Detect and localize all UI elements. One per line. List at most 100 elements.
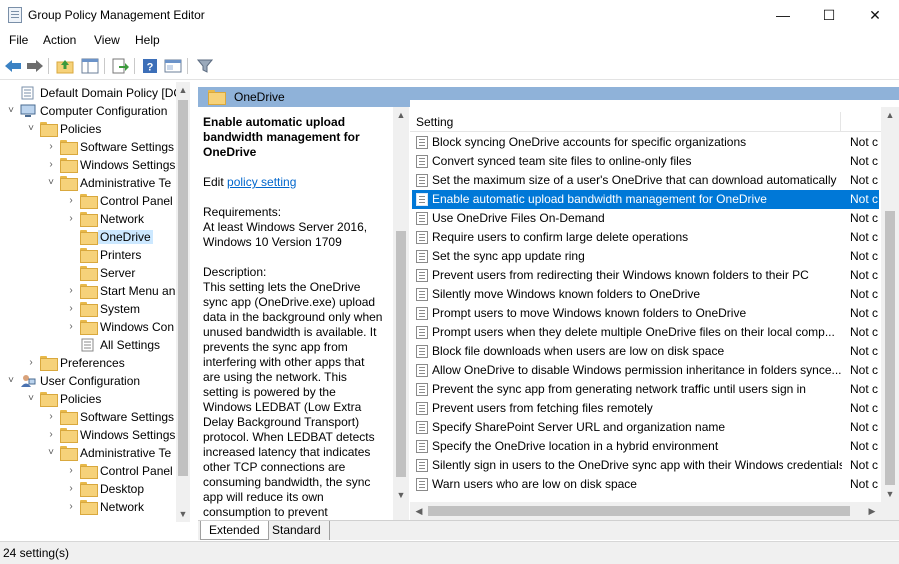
- close-button[interactable]: ✕: [852, 0, 898, 30]
- properties-icon[interactable]: [163, 57, 183, 75]
- list-item[interactable]: Silently move Windows known folders to O…: [412, 285, 879, 304]
- chevron-right-icon[interactable]: ›: [46, 141, 56, 153]
- chevron-down-icon[interactable]: ˅: [46, 177, 56, 189]
- export-list-icon[interactable]: [110, 57, 130, 75]
- tree-item[interactable]: › Network: [0, 210, 176, 228]
- help-icon[interactable]: ?: [140, 57, 160, 75]
- scroll-down-icon[interactable]: ▼: [176, 506, 190, 522]
- list-item[interactable]: Set the sync app update ring Not c: [412, 247, 879, 266]
- chevron-down-icon[interactable]: ˅: [26, 123, 36, 135]
- description-vertical-scrollbar[interactable]: ▲ ▼: [393, 107, 409, 520]
- chevron-right-icon[interactable]: ›: [66, 303, 76, 315]
- scrollbar-thumb[interactable]: [428, 506, 850, 516]
- scroll-up-icon[interactable]: ▲: [176, 82, 190, 98]
- minimize-button[interactable]: —: [760, 0, 806, 30]
- tree-item[interactable]: ˅ User Configuration: [0, 372, 176, 390]
- chevron-right-icon[interactable]: ›: [66, 465, 76, 477]
- list-item[interactable]: Enable automatic upload bandwidth manage…: [412, 190, 879, 209]
- list-item[interactable]: Prompt users to move Windows known folde…: [412, 304, 879, 323]
- tree-item[interactable]: › Software Settings: [0, 408, 176, 426]
- list-item[interactable]: Prompt users when they delete multiple O…: [412, 323, 879, 342]
- tree-item[interactable]: › Control Panel: [0, 192, 176, 210]
- back-arrow-icon[interactable]: [3, 57, 23, 75]
- scroll-up-icon[interactable]: ▲: [881, 107, 899, 123]
- tree-item[interactable]: ˅ Policies: [0, 390, 176, 408]
- tree-item[interactable]: ˅ Computer Configuration: [0, 102, 176, 120]
- tree-item[interactable]: › Start Menu an: [0, 282, 176, 300]
- tree-item[interactable]: Server: [0, 264, 176, 282]
- tab-extended[interactable]: Extended: [200, 521, 269, 540]
- tree-vertical-scrollbar[interactable]: ▲ ▼: [176, 82, 190, 522]
- scroll-down-icon[interactable]: ▼: [393, 487, 409, 503]
- tree-item[interactable]: › Control Panel: [0, 462, 176, 480]
- list-item[interactable]: Warn users who are low on disk space Not …: [412, 475, 879, 494]
- list-item[interactable]: Block syncing OneDrive accounts for spec…: [412, 133, 879, 152]
- chevron-right-icon[interactable]: ›: [66, 321, 76, 333]
- scroll-down-icon[interactable]: ▼: [881, 486, 899, 502]
- chevron-right-icon[interactable]: ›: [46, 411, 56, 423]
- list-item[interactable]: Prevent users from fetching files remote…: [412, 399, 879, 418]
- chevron-right-icon[interactable]: ›: [66, 213, 76, 225]
- up-folder-icon[interactable]: [55, 57, 75, 75]
- list-item[interactable]: Silently sign in users to the OneDrive s…: [412, 456, 879, 475]
- list-horizontal-scrollbar[interactable]: ◀ ▶: [410, 502, 881, 520]
- tree-item[interactable]: › System: [0, 300, 176, 318]
- tree-item[interactable]: › Windows Con: [0, 318, 176, 336]
- scroll-right-icon[interactable]: ▶: [863, 502, 881, 520]
- chevron-down-icon[interactable]: ˅: [6, 375, 16, 387]
- scrollbar-thumb[interactable]: [885, 211, 895, 485]
- maximize-button[interactable]: ☐: [806, 0, 852, 30]
- menu-file[interactable]: File: [9, 33, 28, 47]
- tree-item-label: Preferences: [60, 356, 125, 370]
- tree-item[interactable]: ˅ Policies: [0, 120, 176, 138]
- menu-action[interactable]: Action: [43, 33, 76, 47]
- list-item[interactable]: Allow OneDrive to disable Windows permis…: [412, 361, 879, 380]
- chevron-right-icon[interactable]: ›: [66, 195, 76, 207]
- list-vertical-scrollbar[interactable]: ▲ ▼: [881, 107, 899, 502]
- chevron-right-icon[interactable]: ›: [26, 357, 36, 369]
- menu-help[interactable]: Help: [135, 33, 160, 47]
- chevron-down-icon[interactable]: ˅: [6, 105, 16, 117]
- menu-view[interactable]: View: [94, 33, 120, 47]
- tree-item[interactable]: Printers: [0, 246, 176, 264]
- chevron-down-icon[interactable]: ˅: [46, 447, 56, 459]
- column-header-setting[interactable]: Setting: [416, 115, 453, 129]
- show-hide-tree-icon[interactable]: [80, 57, 100, 75]
- chevron-right-icon[interactable]: ›: [66, 501, 76, 513]
- list-item[interactable]: Specify SharePoint Server URL and organi…: [412, 418, 879, 437]
- tab-standard[interactable]: Standard: [264, 521, 330, 540]
- tree-item[interactable]: ˅ Administrative Te: [0, 444, 176, 462]
- list-item[interactable]: Prevent the sync app from generating net…: [412, 380, 879, 399]
- forward-arrow-icon[interactable]: [25, 57, 45, 75]
- list-item[interactable]: Block file downloads when users are low …: [412, 342, 879, 361]
- list-item[interactable]: Specify the OneDrive location in a hybri…: [412, 437, 879, 456]
- scroll-left-icon[interactable]: ◀: [410, 502, 428, 520]
- tree-item[interactable]: › Windows Settings: [0, 156, 176, 174]
- tree-item[interactable]: Default Domain Policy [DC3.: [0, 84, 190, 102]
- tree-item[interactable]: OneDrive: [0, 228, 176, 246]
- tree-item[interactable]: › Network: [0, 498, 176, 516]
- scroll-up-icon[interactable]: ▲: [393, 107, 409, 123]
- tree-item[interactable]: All Settings: [0, 336, 176, 354]
- scrollbar-thumb[interactable]: [396, 231, 406, 477]
- edit-policy-setting-link[interactable]: policy setting: [227, 175, 296, 189]
- chevron-down-icon[interactable]: ˅: [26, 393, 36, 405]
- list-item[interactable]: Use OneDrive Files On-Demand Not c: [412, 209, 879, 228]
- chevron-right-icon[interactable]: ›: [66, 483, 76, 495]
- scrollbar-thumb[interactable]: [178, 100, 188, 476]
- tree-item[interactable]: › Preferences: [0, 354, 176, 372]
- tree-item[interactable]: › Windows Settings: [0, 426, 176, 444]
- tree-item[interactable]: › Software Settings: [0, 138, 176, 156]
- tree-item[interactable]: ˅ Administrative Te: [0, 174, 176, 192]
- chevron-right-icon[interactable]: ›: [66, 285, 76, 297]
- tree-item[interactable]: › Desktop: [0, 480, 176, 498]
- list-item[interactable]: Prevent users from redirecting their Win…: [412, 266, 879, 285]
- filter-icon[interactable]: [195, 57, 215, 75]
- chevron-right-icon[interactable]: ›: [46, 159, 56, 171]
- chevron-right-icon[interactable]: ›: [46, 429, 56, 441]
- list-item[interactable]: Convert synced team site files to online…: [412, 152, 879, 171]
- column-divider[interactable]: [840, 112, 841, 132]
- list-item[interactable]: Set the maximum size of a user's OneDriv…: [412, 171, 879, 190]
- folder-icon: [80, 302, 98, 317]
- list-item[interactable]: Require users to confirm large delete op…: [412, 228, 879, 247]
